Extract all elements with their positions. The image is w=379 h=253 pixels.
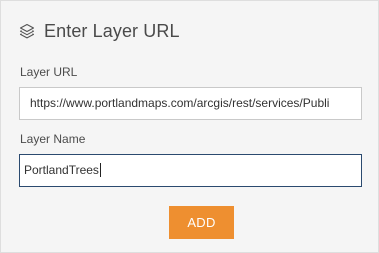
panel-header: Enter Layer URL xyxy=(19,18,180,44)
add-layer-panel: Enter Layer URL Layer URL https://www.po… xyxy=(0,0,379,253)
layer-url-input[interactable]: https://www.portlandmaps.com/arcgis/rest… xyxy=(19,87,362,120)
layer-url-value: https://www.portlandmaps.com/arcgis/rest… xyxy=(30,96,330,110)
text-caret xyxy=(99,163,101,177)
panel-title: Enter Layer URL xyxy=(44,20,180,41)
add-button[interactable]: ADD xyxy=(169,206,234,239)
layers-icon xyxy=(19,23,35,39)
layer-name-label: Layer Name xyxy=(20,132,86,146)
layer-url-label: Layer URL xyxy=(20,65,78,79)
layer-name-value: PortlandTrees xyxy=(24,163,99,177)
layer-name-input[interactable]: PortlandTrees xyxy=(19,154,362,187)
